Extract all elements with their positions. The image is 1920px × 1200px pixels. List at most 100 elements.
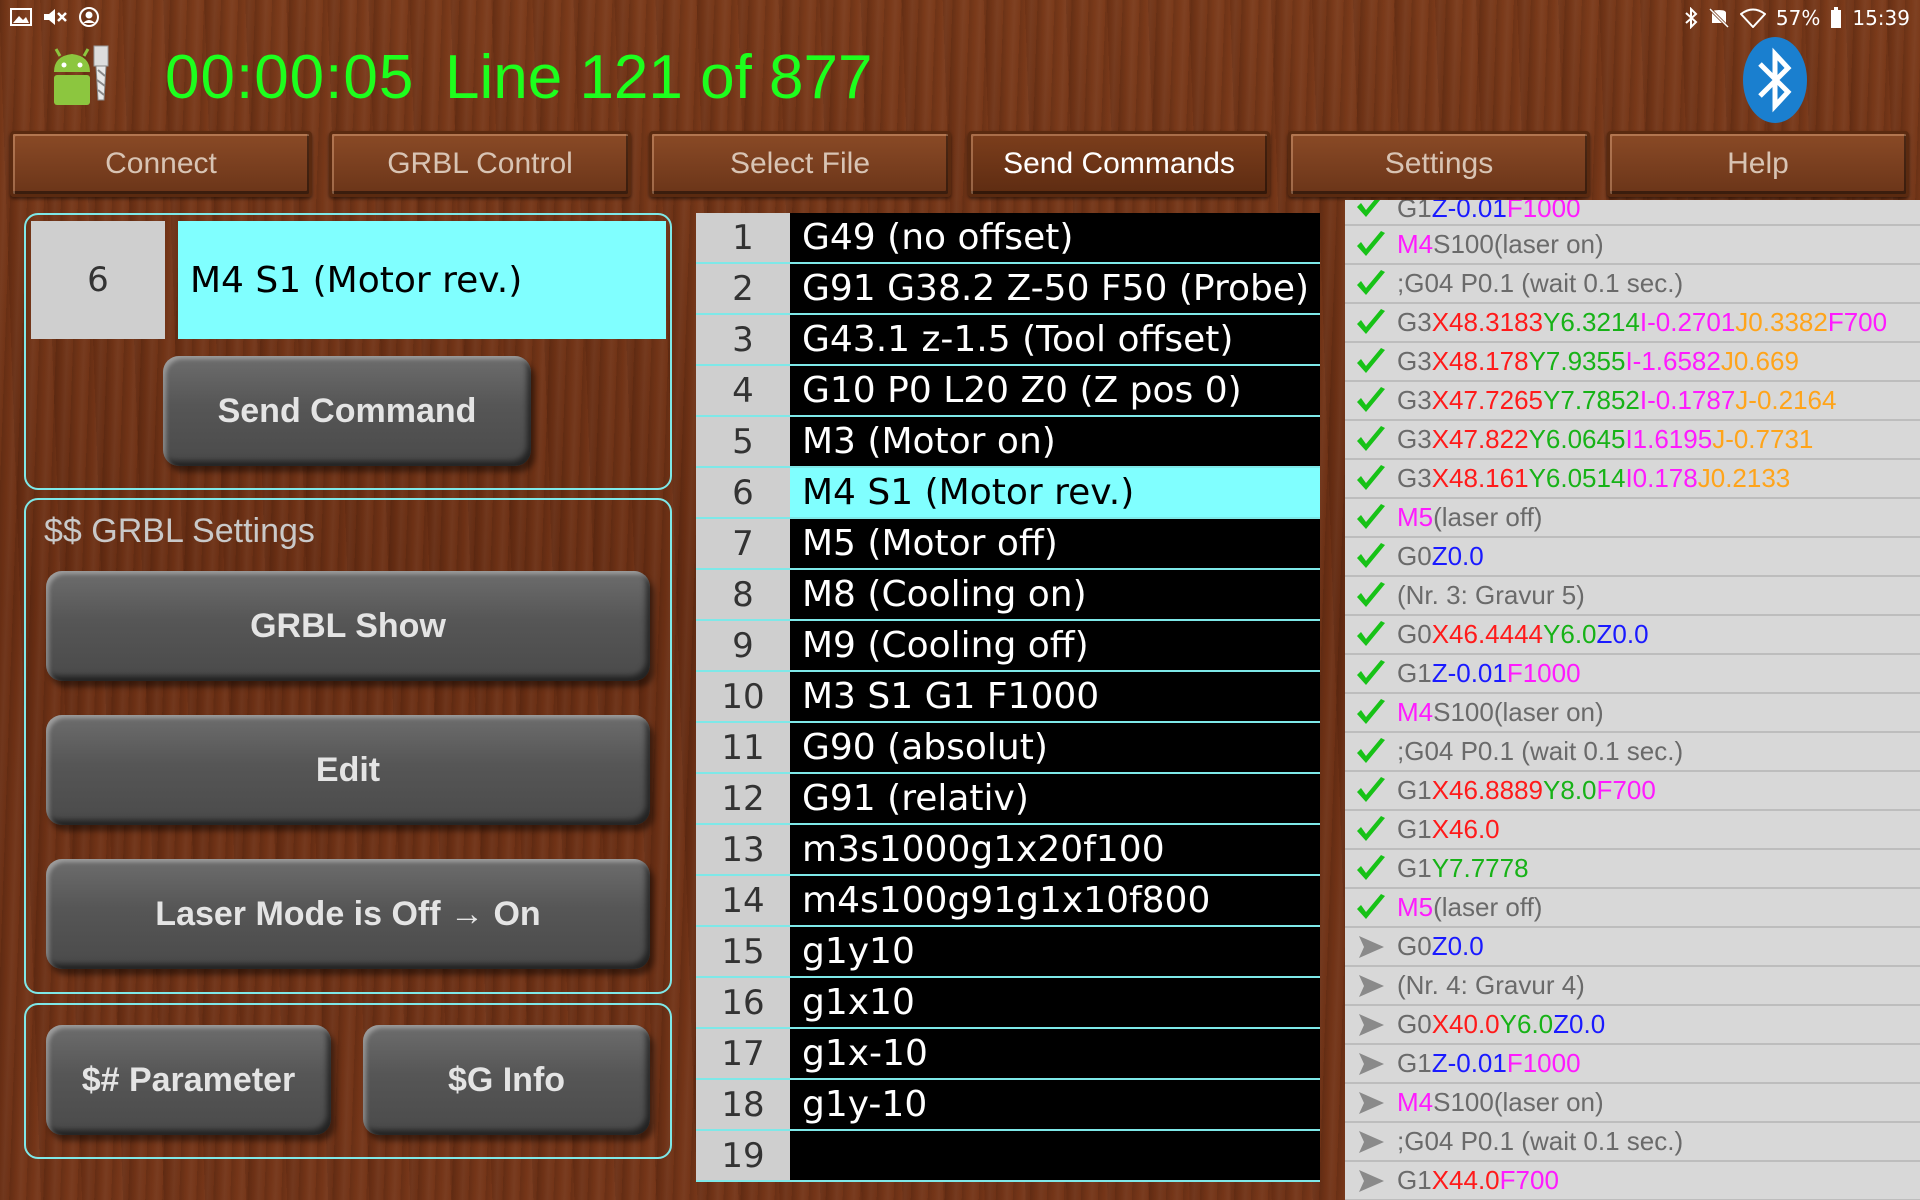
tab-help[interactable]: Help	[1607, 131, 1909, 197]
command-row[interactable]: 12 G91 (relativ)	[696, 774, 1320, 825]
gcode-token: Z-0.01	[1431, 200, 1507, 223]
command-row-text[interactable]: M8 (Cooling on)	[790, 570, 1320, 619]
command-row-text[interactable]: g1y-10	[790, 1080, 1320, 1129]
grbl-show-button[interactable]: GRBL Show	[46, 571, 650, 681]
gcode-line: G1 Z-0.01 F1000	[1345, 200, 1920, 226]
gcode-token: I-0.1787	[1639, 385, 1736, 415]
battery-percent: 57%	[1775, 6, 1821, 30]
command-row[interactable]: 11 G90 (absolut)	[696, 723, 1320, 774]
check-icon	[1345, 305, 1397, 341]
selected-command-text[interactable]: M4 S1 (Motor rev.)	[178, 221, 666, 339]
command-row[interactable]: 1 G49 (no offset)	[696, 213, 1320, 264]
command-row-text[interactable]: M5 (Motor off)	[790, 519, 1320, 568]
gcode-token: Y6.0514	[1528, 463, 1626, 493]
command-row[interactable]: 19	[696, 1131, 1320, 1182]
gcode-token: F1000	[1506, 200, 1581, 223]
command-row[interactable]: 16 g1x10	[696, 978, 1320, 1029]
gcode-token: Z-0.01	[1431, 658, 1507, 688]
gcode-token: Z0.0	[1431, 541, 1484, 571]
pending-arrow-icon	[1345, 929, 1397, 965]
gcode-line: G0 X46.4444 Y6.0 Z0.0	[1345, 616, 1920, 655]
gcode-token: X48.3183	[1431, 307, 1544, 337]
gcode-token: F700	[1596, 775, 1656, 805]
gcode-list[interactable]: G1 Z-0.01 F1000 M4 S100(laser on) ;G04 P0.1 (…	[1345, 200, 1920, 1200]
gcode-token: G1	[1397, 200, 1432, 223]
gcode-token: X46.4444	[1431, 619, 1544, 649]
tab-send-commands[interactable]: Send Commands	[968, 131, 1270, 197]
command-row[interactable]: 8 M8 (Cooling on)	[696, 570, 1320, 621]
tab-select-file[interactable]: Select File	[649, 131, 951, 197]
bluetooth-icon[interactable]	[1742, 36, 1808, 124]
gcode-token: I1.6195	[1625, 424, 1713, 454]
gcode-token: M5	[1397, 502, 1434, 532]
command-row[interactable]: 2 G91 G38.2 Z-50 F50 (Probe)	[696, 264, 1320, 315]
command-row-number: 10	[696, 672, 790, 721]
command-row-text[interactable]: M3 (Motor on)	[790, 417, 1320, 466]
command-row-number: 2	[696, 264, 790, 313]
gcode-line: G3 X48.178 Y7.9355 I-1.6582 J0.669	[1345, 343, 1920, 382]
command-row[interactable]: 14 m4s100g91g1x10f800	[696, 876, 1320, 927]
gcode-token: J0.669	[1720, 346, 1799, 376]
edit-button[interactable]: Edit	[46, 715, 650, 825]
gcode-token: X48.161	[1431, 463, 1529, 493]
command-row[interactable]: 7 M5 (Motor off)	[696, 519, 1320, 570]
command-row-text[interactable]	[790, 1131, 1320, 1180]
gcode-line: ;G04 P0.1 (wait 0.1 sec.)	[1345, 1123, 1920, 1162]
command-row-number: 1	[696, 213, 790, 262]
command-row[interactable]: 13 m3s1000g1x20f100	[696, 825, 1320, 876]
command-row-number: 6	[696, 468, 790, 517]
send-command-button[interactable]: Send Command	[163, 356, 531, 466]
tab-grbl-control[interactable]: GRBL Control	[329, 131, 631, 197]
command-list[interactable]: 1 G49 (no offset) 2 G91 G38.2 Z-50 F50 (Pro…	[696, 213, 1320, 1182]
command-row-text[interactable]: G49 (no offset)	[790, 213, 1320, 262]
gcode-token: J0.2133	[1697, 463, 1791, 493]
gcode-token: G0	[1397, 931, 1432, 961]
command-row[interactable]: 17 g1x-10	[696, 1029, 1320, 1080]
gcode-token: Y7.7778	[1431, 853, 1529, 883]
check-icon	[1345, 578, 1397, 614]
command-row-text[interactable]: G90 (absolut)	[790, 723, 1320, 772]
command-row[interactable]: 18 g1y-10	[696, 1080, 1320, 1131]
command-row-text[interactable]: g1y10	[790, 927, 1320, 976]
command-row-text[interactable]: m4s100g91g1x10f800	[790, 876, 1320, 925]
parameter-button[interactable]: $# Parameter	[46, 1025, 331, 1135]
check-icon	[1345, 773, 1397, 809]
command-row[interactable]: 4 G10 P0 L20 Z0 (Z pos 0)	[696, 366, 1320, 417]
vibrate-off-icon	[1708, 7, 1729, 29]
command-row-text[interactable]: M9 (Cooling off)	[790, 621, 1320, 670]
laser-mode-button[interactable]: Laser Mode is Off → On	[46, 859, 650, 969]
command-row-number: 7	[696, 519, 790, 568]
command-row[interactable]: 9 M9 (Cooling off)	[696, 621, 1320, 672]
command-row-text[interactable]: G91 (relativ)	[790, 774, 1320, 823]
command-row-text[interactable]: G91 G38.2 Z-50 F50 (Probe)	[790, 264, 1320, 313]
command-row-text[interactable]: m3s1000g1x20f100	[790, 825, 1320, 874]
grbl-settings-title: $$ GRBL Settings	[44, 512, 315, 550]
command-row-number: 18	[696, 1080, 790, 1129]
gcode-line: G1 X46.8889 Y8.0 F700	[1345, 772, 1920, 811]
command-row[interactable]: 3 G43.1 z-1.5 (Tool offset)	[696, 315, 1320, 366]
gcode-token: Y6.0	[1499, 1009, 1554, 1039]
check-icon	[1345, 890, 1397, 926]
gcode-token: Y6.0	[1543, 619, 1597, 649]
gcode-token: ;G04 P0.1 (wait 0.1 sec.)	[1397, 736, 1684, 766]
command-row[interactable]: 6 M4 S1 (Motor rev.)	[696, 468, 1320, 519]
command-row-text[interactable]: G43.1 z-1.5 (Tool offset)	[790, 315, 1320, 364]
command-row-text[interactable]: g1x-10	[790, 1029, 1320, 1078]
command-row[interactable]: 15 g1y10	[696, 927, 1320, 978]
command-row-text[interactable]: G10 P0 L20 Z0 (Z pos 0)	[790, 366, 1320, 415]
gcode-token: S100(laser on)	[1433, 1087, 1604, 1117]
command-row-number: 4	[696, 366, 790, 415]
command-row[interactable]: 10 M3 S1 G1 F1000	[696, 672, 1320, 723]
tab-settings[interactable]: Settings	[1288, 131, 1590, 197]
g-info-button[interactable]: $G Info	[363, 1025, 650, 1135]
command-row-text[interactable]: M3 S1 G1 F1000	[790, 672, 1320, 721]
command-row-text[interactable]: g1x10	[790, 978, 1320, 1027]
tab-connect[interactable]: Connect	[10, 131, 312, 197]
check-icon	[1345, 344, 1397, 380]
command-row[interactable]: 5 M3 (Motor on)	[696, 417, 1320, 468]
check-icon	[1345, 200, 1397, 224]
gcode-token: G3	[1397, 307, 1432, 337]
check-icon	[1345, 734, 1397, 770]
command-row-text[interactable]: M4 S1 (Motor rev.)	[790, 468, 1320, 517]
status-icons-left	[10, 6, 100, 28]
